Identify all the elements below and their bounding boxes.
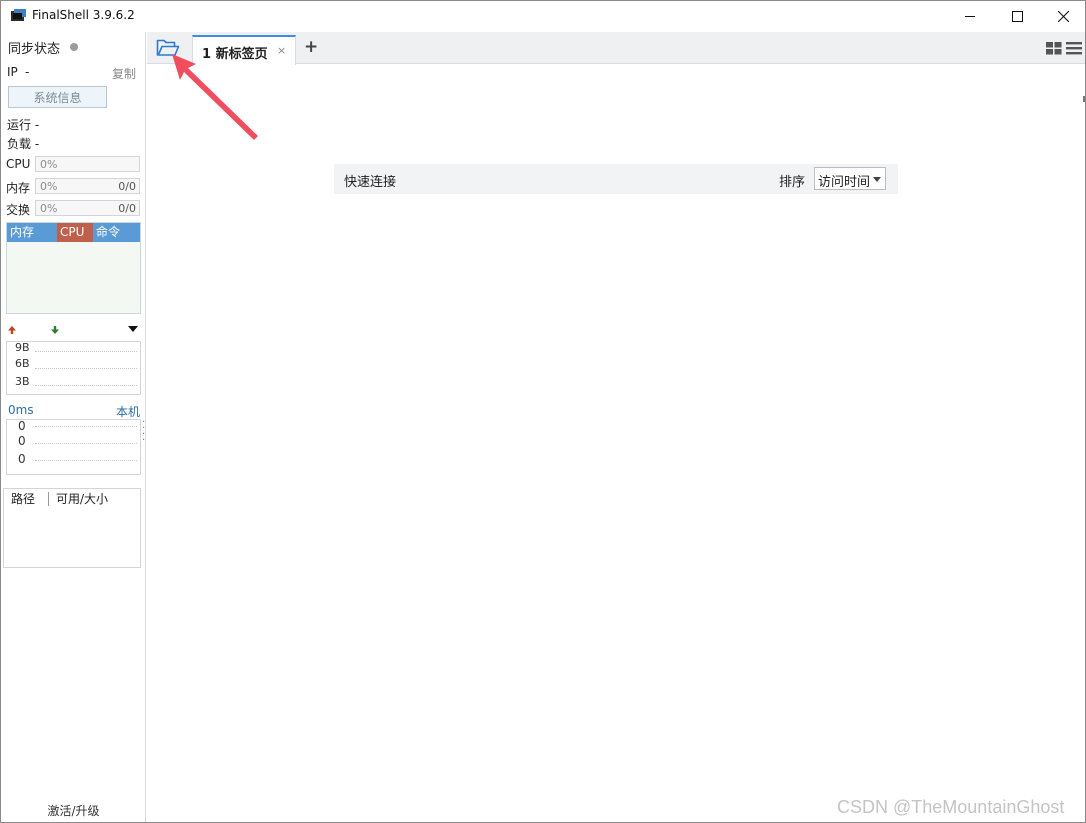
- process-table: 内存 CPU 命令: [6, 222, 141, 314]
- sort-select-value: 访问时间: [818, 175, 871, 190]
- process-table-header: 内存 CPU 命令: [7, 223, 140, 242]
- quick-connect-bar: 快速连接 排序 访问时间: [334, 164, 898, 194]
- sync-status-dot: [70, 43, 78, 51]
- disk-table: 路径 可用/大小: [3, 488, 141, 568]
- activate-upgrade-link[interactable]: 激活/升级: [1, 802, 146, 819]
- ping-value: 0: [18, 419, 26, 433]
- arrow-down-icon: [51, 326, 59, 334]
- ping-value: 0: [18, 434, 26, 448]
- ip-label: IP: [7, 65, 18, 79]
- resize-handle[interactable]: · · · ·: [142, 418, 145, 446]
- cpu-label: CPU: [6, 157, 31, 171]
- annotation-arrow-icon: [172, 54, 258, 140]
- tab-bar: 1 新标签页 × +: [147, 32, 1085, 65]
- main-panel: 1 新标签页 × + 快速连接 排序 访问时间: [147, 32, 1085, 822]
- sort-select[interactable]: 访问时间: [814, 167, 886, 190]
- tab-close-button[interactable]: ×: [277, 44, 286, 57]
- finalshell-window: FinalShell 3.9.6.2 同步状态 IP - 复制 系统信息 运行 …: [0, 0, 1086, 823]
- swap-label: 交换: [6, 203, 31, 217]
- disk-column-path[interactable]: 路径: [11, 489, 35, 509]
- process-tab-memory[interactable]: 内存: [7, 223, 37, 242]
- sort-label: 排序: [779, 175, 806, 190]
- system-info-button[interactable]: 系统信息: [8, 86, 107, 108]
- arrow-up-icon: [8, 326, 16, 334]
- grid-view-icon[interactable]: [1046, 42, 1062, 55]
- network-tick: 3B: [15, 375, 30, 388]
- title-bar: FinalShell 3.9.6.2: [1, 1, 1085, 32]
- copy-ip-button[interactable]: 复制: [112, 65, 136, 82]
- minimize-icon: [964, 16, 975, 17]
- network-graph: 9B 6B 3B: [6, 341, 141, 395]
- scroll-indicator: [1083, 96, 1085, 102]
- cpu-meter: 0%: [35, 156, 140, 172]
- list-view-icon[interactable]: [1066, 42, 1082, 55]
- watermark: CSDN @TheMountainGhost: [837, 797, 1065, 817]
- maximize-icon: [1011, 11, 1023, 22]
- add-tab-button[interactable]: +: [304, 37, 318, 57]
- swap-meter: 0% 0/0: [35, 200, 140, 216]
- memory-meter: 0% 0/0: [35, 178, 140, 194]
- system-info-button-label: 系统信息: [33, 90, 82, 105]
- cpu-percent: 0%: [40, 158, 58, 171]
- memory-percent: 0%: [40, 180, 58, 193]
- ping-graph: 0 0 0: [6, 419, 141, 475]
- sync-status-label: 同步状态: [8, 42, 61, 57]
- maximize-button[interactable]: [994, 1, 1040, 32]
- uptime-label: 运行 -: [7, 118, 40, 132]
- status-sidebar: 同步状态 IP - 复制 系统信息 运行 - 负载 - CPU 0% 内存 0%…: [1, 32, 146, 822]
- ping-latency: 0ms: [8, 403, 34, 417]
- window-title: FinalShell 3.9.6.2: [32, 8, 135, 22]
- network-tick: 9B: [15, 341, 30, 354]
- swap-amount: 0/0: [118, 202, 136, 215]
- load-label: 负载 -: [7, 137, 40, 151]
- minimize-button[interactable]: [947, 1, 993, 32]
- process-tab-cpu[interactable]: CPU: [57, 223, 93, 242]
- close-icon: [1057, 11, 1069, 22]
- ping-target-selector[interactable]: 本机: [116, 403, 140, 420]
- memory-amount: 0/0: [118, 180, 136, 193]
- ip-value: -: [25, 65, 30, 79]
- finalshell-app-icon: [11, 9, 26, 21]
- quick-connect-label[interactable]: 快速连接: [344, 171, 396, 190]
- network-tick: 6B: [15, 357, 30, 370]
- swap-percent: 0%: [40, 202, 58, 215]
- process-tab-command[interactable]: 命令: [93, 223, 123, 242]
- ping-value: 0: [18, 452, 26, 466]
- chevron-down-icon: [873, 177, 881, 182]
- memory-label: 内存: [6, 181, 31, 195]
- disk-column-size[interactable]: 可用/大小: [56, 489, 108, 509]
- network-interface-dropdown-icon[interactable]: [128, 326, 138, 333]
- close-button[interactable]: [1040, 1, 1085, 32]
